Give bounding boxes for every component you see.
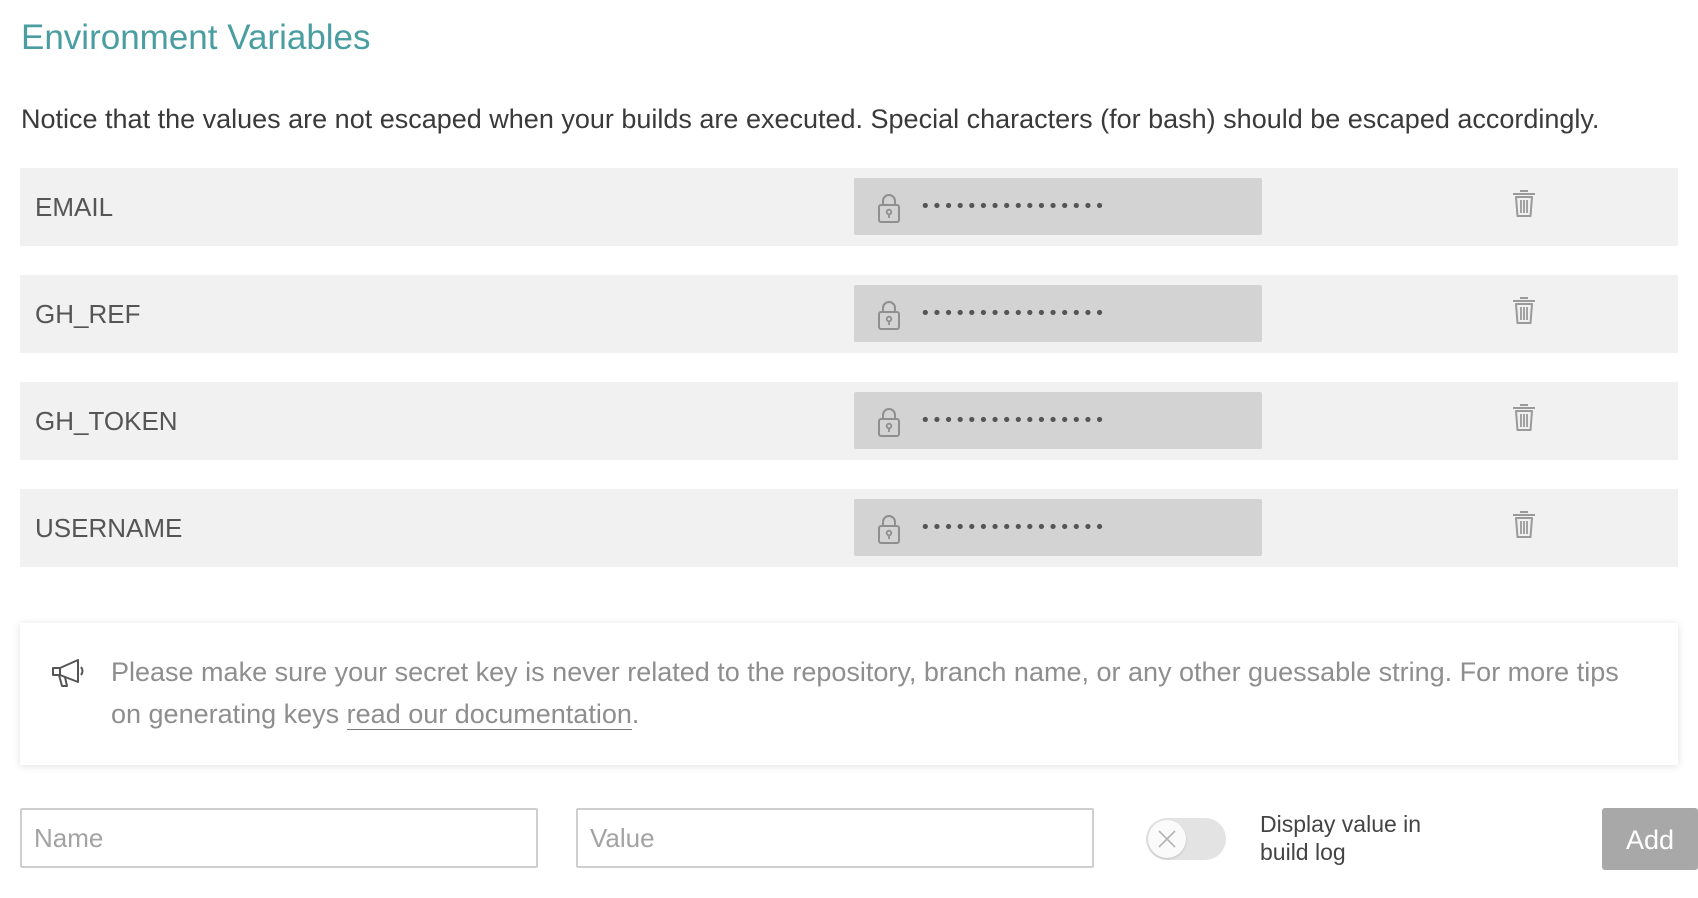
security-tip-box: Please make sure your secret key is neve… [20, 623, 1678, 765]
lock-icon [878, 408, 900, 437]
add-env-var-form: Display value in build log Add [20, 808, 1698, 872]
env-var-row: EMAIL •••••••••••••••• [20, 168, 1678, 246]
display-value-toggle[interactable] [1146, 818, 1226, 860]
env-var-list: EMAIL •••••••••••••••• GH_REF ••••••••••… [20, 168, 1678, 596]
env-var-name: GH_REF [35, 299, 141, 329]
escape-notice: Notice that the values are not escaped w… [21, 104, 1600, 134]
name-input[interactable] [20, 808, 538, 868]
megaphone-icon [52, 659, 84, 687]
add-button[interactable]: Add [1602, 808, 1698, 870]
masked-value-text: •••••••••••••••• [920, 410, 1106, 431]
section-title: Environment Variables [21, 18, 371, 57]
trash-icon[interactable] [1510, 187, 1538, 219]
env-var-masked-value: •••••••••••••••• [854, 392, 1262, 449]
close-icon [1158, 830, 1176, 848]
security-tip-text: Please make sure your secret key is neve… [111, 651, 1651, 735]
lock-icon [878, 301, 900, 330]
masked-value-text: •••••••••••••••• [920, 303, 1106, 324]
documentation-link[interactable]: read our documentation [346, 699, 632, 730]
trash-icon[interactable] [1510, 294, 1538, 326]
tip-suffix: . [631, 699, 640, 729]
tip-message: Please make sure your secret key is neve… [111, 657, 1619, 729]
trash-icon[interactable] [1510, 401, 1538, 433]
lock-icon [878, 194, 900, 223]
env-var-name: GH_TOKEN [35, 406, 178, 436]
env-var-name: EMAIL [35, 192, 114, 222]
toggle-knob [1148, 820, 1186, 858]
env-var-name: USERNAME [35, 513, 183, 543]
env-var-masked-value: •••••••••••••••• [854, 499, 1262, 556]
value-input[interactable] [576, 808, 1094, 868]
masked-value-text: •••••••••••••••• [920, 517, 1106, 538]
env-var-row: USERNAME •••••••••••••••• [20, 489, 1678, 567]
env-var-masked-value: •••••••••••••••• [854, 178, 1262, 235]
lock-icon [878, 515, 900, 544]
trash-icon[interactable] [1510, 508, 1538, 540]
env-var-row: GH_TOKEN •••••••••••••••• [20, 382, 1678, 460]
env-var-masked-value: •••••••••••••••• [854, 285, 1262, 342]
display-value-label: Display value in build log [1260, 811, 1422, 865]
env-var-row: GH_REF •••••••••••••••• [20, 275, 1678, 353]
masked-value-text: •••••••••••••••• [920, 196, 1106, 217]
